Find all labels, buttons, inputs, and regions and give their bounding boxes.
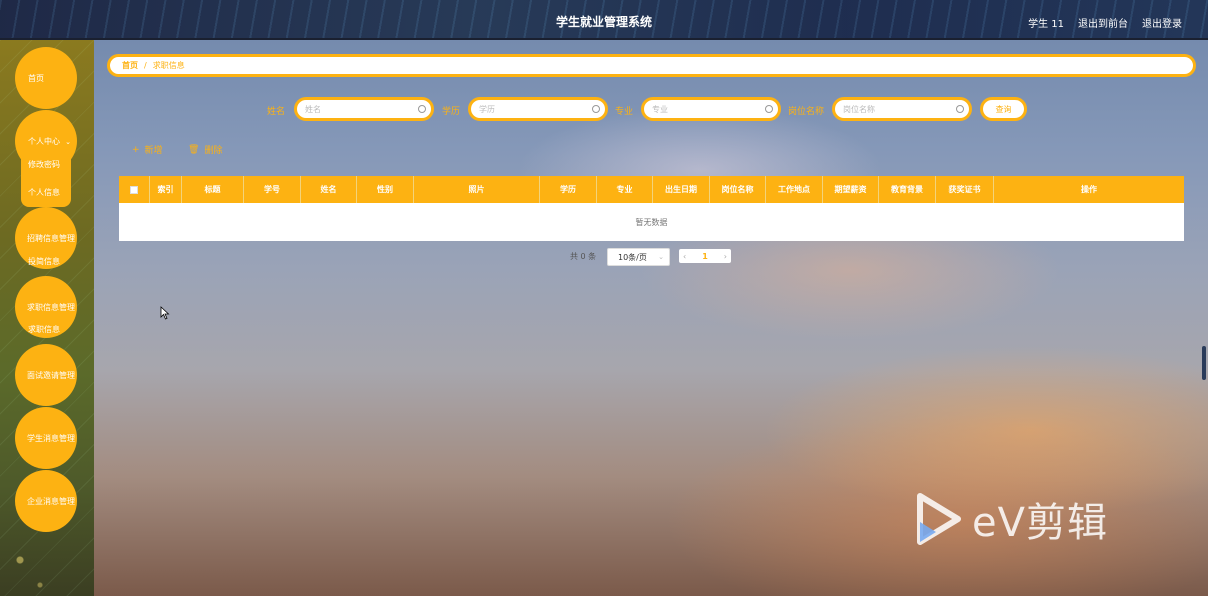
trash-icon: 🗑 — [188, 144, 200, 155]
column-header: 教育背景 — [879, 176, 936, 203]
major-label: 专业 — [615, 107, 634, 117]
table-header: 索引 标题 学号 姓名 性别 照片 学历 专业 出生日期 岗位名称 工作地点 期… — [119, 176, 1184, 203]
sidebar-item-label: 学生消息管理 — [27, 433, 75, 443]
current-user: 学生 11 — [1028, 19, 1064, 30]
breadcrumb: 首页 / 求职信息 — [107, 54, 1196, 77]
column-header: 姓名 — [301, 176, 357, 203]
column-header: 期望薪资 — [823, 176, 879, 203]
sidebar-item-label: 求职信息管理 — [27, 302, 75, 312]
column-header: 获奖证书 — [936, 176, 994, 203]
delete-button[interactable]: 🗑 删除 — [188, 143, 223, 157]
position-search-input[interactable] — [843, 104, 969, 114]
name-search-input[interactable] — [305, 104, 431, 114]
add-button[interactable]: + 新增 — [132, 143, 163, 157]
sidebar-item-student-messages[interactable]: 学生消息管理 — [15, 407, 77, 469]
name-search-box — [294, 97, 434, 121]
search-icon — [956, 105, 964, 113]
query-button[interactable]: 查询 — [980, 97, 1027, 121]
position-search-box — [832, 97, 972, 121]
sidebar-item-company-messages[interactable]: 企业消息管理 — [15, 470, 77, 532]
empty-message: 暂无数据 — [635, 217, 668, 227]
sidebar-item-interview-invitation[interactable]: 面试邀请管理 — [15, 344, 77, 406]
search-icon — [765, 105, 773, 113]
column-header: 工作地点 — [766, 176, 823, 203]
column-header: 岗位名称 — [710, 176, 766, 203]
sidebar-item-home[interactable]: 首页 — [15, 47, 77, 109]
column-header: 学号 — [244, 176, 301, 203]
sidebar-item-label: 首页 — [28, 73, 44, 83]
column-header: 出生日期 — [653, 176, 710, 203]
play-logo-icon — [917, 493, 961, 545]
sidebar-item-label: 个人中心 — [28, 136, 60, 146]
mouse-cursor-icon — [160, 306, 170, 320]
search-icon — [418, 105, 426, 113]
column-header: 操作 — [1081, 185, 1097, 194]
sidebar-item-label: 面试邀请管理 — [27, 370, 75, 380]
education-search-box — [468, 97, 608, 121]
page-size-select[interactable]: 10条/页 ⌄ — [607, 248, 670, 266]
submenu-change-password[interactable]: 修改密码 — [28, 159, 60, 170]
search-icon — [592, 105, 600, 113]
column-header: 专业 — [597, 176, 653, 203]
scrollbar-handle[interactable] — [1202, 346, 1206, 380]
breadcrumb-separator: / — [144, 61, 147, 70]
chevron-down-icon: ⌄ — [658, 253, 664, 261]
back-to-front-link[interactable]: 退出到前台 — [1078, 15, 1128, 30]
sidebar-item-label: 招聘信息管理 — [27, 233, 75, 243]
column-header: 标题 — [182, 176, 244, 203]
add-label: 新增 — [144, 146, 163, 156]
next-page-icon[interactable]: › — [724, 252, 727, 261]
logout-link[interactable]: 退出登录 — [1142, 15, 1182, 30]
column-header: 学历 — [540, 176, 597, 203]
watermark-text: eV剪辑 — [972, 500, 1108, 546]
video-watermark: eV剪辑 — [914, 490, 1108, 548]
breadcrumb-current: 求职信息 — [152, 61, 185, 70]
breadcrumb-home[interactable]: 首页 — [122, 60, 138, 71]
education-label: 学历 — [442, 107, 461, 117]
major-search-box — [641, 97, 781, 121]
prev-page-icon[interactable]: ‹ — [683, 252, 686, 261]
top-links: 学生 11 退出到前台 退出登录 — [1028, 15, 1182, 30]
pager: ‹ 1 › — [679, 249, 731, 263]
submenu-resume-delivery[interactable]: 投简信息 — [28, 256, 60, 267]
education-search-input[interactable] — [479, 104, 605, 114]
select-all-checkbox[interactable] — [130, 185, 138, 194]
plus-icon: + — [132, 144, 140, 155]
chevron-down-icon: ⌄ — [65, 138, 71, 146]
page-size-value: 10条/页 — [618, 252, 647, 262]
column-header: 索引 — [150, 176, 182, 203]
submenu-personal-info[interactable]: 个人信息 — [28, 187, 60, 198]
total-count: 共 0 条 — [570, 252, 597, 261]
page-number[interactable]: 1 — [702, 252, 708, 261]
position-label: 岗位名称 — [788, 107, 825, 117]
job-seeking-table: 索引 标题 学号 姓名 性别 照片 学历 专业 出生日期 岗位名称 工作地点 期… — [119, 176, 1184, 241]
major-search-input[interactable] — [652, 104, 778, 114]
name-label: 姓名 — [267, 107, 286, 117]
column-header: 性别 — [357, 176, 414, 203]
sidebar-item-label: 企业消息管理 — [27, 496, 75, 506]
select-all-cell — [119, 176, 150, 203]
delete-label: 删除 — [204, 146, 223, 156]
app-title: 学生就业管理系统 — [555, 15, 652, 29]
submenu-job-seeking-info[interactable]: 求职信息 — [28, 324, 60, 335]
top-bar: 学生就业管理系统 学生 11 退出到前台 退出登录 — [0, 0, 1208, 40]
column-header: 照片 — [414, 176, 540, 203]
